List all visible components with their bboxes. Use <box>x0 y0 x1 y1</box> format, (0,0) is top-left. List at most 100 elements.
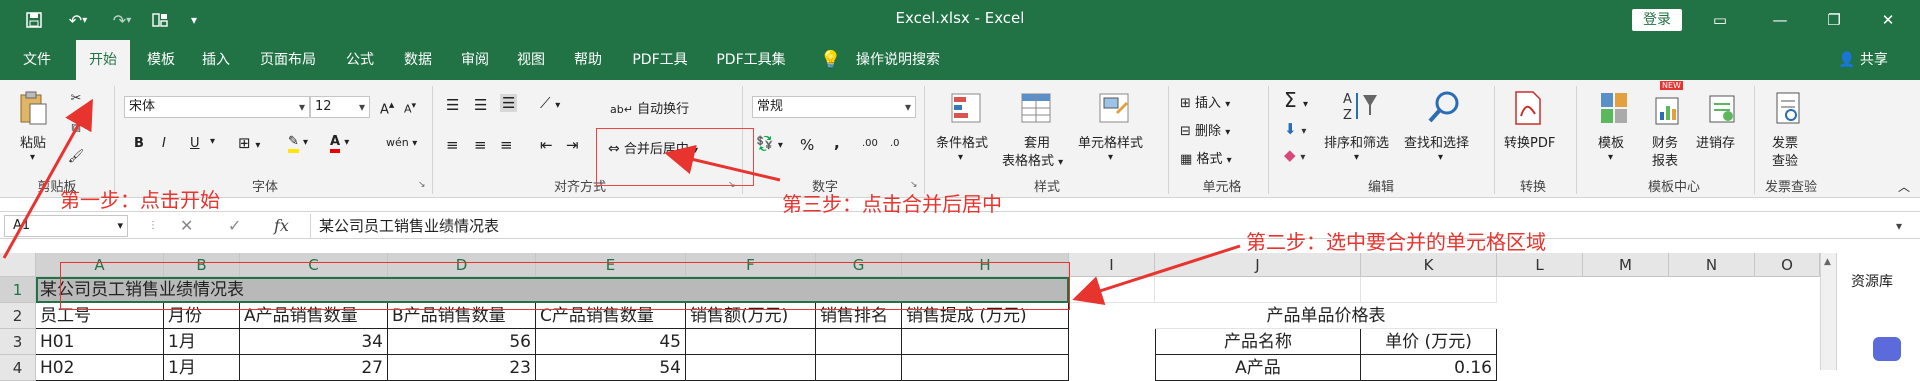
copy-icon[interactable]: ⧉ <box>66 118 86 138</box>
cell-styles-label[interactable]: 单元格样式 <box>1078 132 1143 151</box>
cell-a3[interactable]: H01 <box>36 329 164 355</box>
cancel-icon[interactable]: ✕ <box>180 214 193 238</box>
row-header-3[interactable]: 3 <box>0 329 36 355</box>
cell-g3[interactable] <box>816 329 902 355</box>
tab-view[interactable]: 视图 <box>508 40 554 80</box>
cell-i1[interactable] <box>1069 277 1155 303</box>
cell-a4[interactable]: H02 <box>36 355 164 381</box>
tab-pdf-toolset[interactable]: PDF工具集 <box>706 40 796 80</box>
row-header-2[interactable]: 2 <box>0 303 36 329</box>
top-align-icon[interactable]: ☰ <box>446 96 459 114</box>
chevron-down-icon[interactable]: ▾ <box>1438 152 1443 163</box>
chevron-down-icon[interactable]: ▾ <box>1108 152 1113 163</box>
find-select-label[interactable]: 查找和选择 <box>1404 132 1469 151</box>
percent-button[interactable]: % <box>800 136 814 154</box>
finance-report-label-1[interactable]: 财务 <box>1652 132 1678 151</box>
tab-data[interactable]: 数据 <box>394 40 442 80</box>
fill-color-icon[interactable]: ✎ ▾ <box>288 134 308 153</box>
middle-align-icon[interactable]: ☰ <box>474 96 487 114</box>
format-as-table-label-1[interactable]: 套用 <box>1024 132 1050 151</box>
tab-review[interactable]: 审阅 <box>452 40 498 80</box>
underline-dropdown-icon[interactable]: ▾ <box>210 136 215 147</box>
cell-e3[interactable]: 45 <box>536 329 686 355</box>
name-box[interactable]: A1 ▾ <box>4 215 128 237</box>
increase-indent-icon[interactable]: ⇥ <box>566 136 579 154</box>
close-icon[interactable]: ✕ <box>1868 8 1908 32</box>
paste-dropdown-icon[interactable]: ▾ <box>30 152 35 163</box>
cell-k1[interactable] <box>1361 277 1497 303</box>
tab-formulas[interactable]: 公式 <box>336 40 384 80</box>
cell-d4[interactable]: 23 <box>388 355 536 381</box>
expand-formula-bar-icon[interactable]: ▾ <box>1896 214 1902 238</box>
price-table-r1-name[interactable]: A产品 <box>1155 355 1361 381</box>
cell-j1[interactable] <box>1155 277 1361 303</box>
tab-template[interactable]: 模板 <box>138 40 184 80</box>
font-size-select[interactable]: 12 ▾ <box>310 96 370 118</box>
find-select-icon[interactable] <box>1426 88 1462 126</box>
paste-label[interactable]: 粘贴 <box>20 132 46 151</box>
format-as-table-label-2[interactable]: 表格格式 ▾ <box>1002 150 1063 169</box>
share-button[interactable]: 👤 共享 <box>1838 40 1888 80</box>
delete-cells-button[interactable]: ⊟ 删除 ▾ <box>1180 120 1230 139</box>
price-table-title[interactable]: 产品单品价格表 <box>1155 303 1497 329</box>
font-color-icon[interactable]: A ▾ <box>330 134 349 153</box>
cell-b3[interactable]: 1月 <box>164 329 240 355</box>
wrap-text-button[interactable]: ab↵ 自动换行 <box>610 98 689 117</box>
insert-cells-button[interactable]: ⊞ 插入 ▾ <box>1180 92 1230 111</box>
column-header-i[interactable]: I <box>1069 253 1155 277</box>
decrease-decimal-button[interactable]: .0 <box>890 138 900 149</box>
cell-d3[interactable]: 56 <box>388 329 536 355</box>
vertical-scrollbar[interactable]: ▲ <box>1820 253 1836 370</box>
cell-e4[interactable]: 54 <box>536 355 686 381</box>
paste-icon[interactable] <box>16 88 50 128</box>
cell-h4[interactable] <box>902 355 1069 381</box>
cell-g4[interactable] <box>816 355 902 381</box>
autosum-icon[interactable]: Σ ▾ <box>1284 88 1308 112</box>
increase-decimal-button[interactable]: .00 <box>862 138 878 149</box>
orientation-icon[interactable]: ⟋ ▾ <box>540 94 560 112</box>
number-format-select[interactable]: 常规 ▾ <box>752 96 916 118</box>
currency-icon[interactable]: 💱 ▾ <box>756 136 783 152</box>
tab-insert[interactable]: 插入 <box>192 40 240 80</box>
cell-c4[interactable]: 27 <box>240 355 388 381</box>
enter-icon[interactable]: ✓ <box>228 214 241 238</box>
format-as-table-icon[interactable] <box>1018 90 1054 126</box>
template-icon[interactable] <box>1596 88 1632 128</box>
finance-report-label-2[interactable]: 报表 <box>1652 150 1678 169</box>
sort-filter-icon[interactable]: AZ <box>1340 88 1380 126</box>
column-header-o[interactable]: O <box>1755 253 1820 277</box>
tab-home[interactable]: 开始 <box>76 40 130 82</box>
decrease-indent-icon[interactable]: ⇤ <box>540 136 553 154</box>
formula-input[interactable]: 某公司员工销售业绩情况表 <box>310 214 1884 238</box>
invoice-check-label-1[interactable]: 发票 <box>1772 132 1798 151</box>
tab-file[interactable]: 文件 <box>8 40 66 80</box>
column-header-l[interactable]: L <box>1497 253 1583 277</box>
format-painter-icon[interactable]: 🖌 <box>66 146 86 166</box>
inventory-label[interactable]: 进销存 <box>1696 132 1735 151</box>
format-cells-button[interactable]: ▦ 格式 ▾ <box>1180 148 1232 167</box>
row-header-1[interactable]: 1 <box>0 277 36 303</box>
cell-styles-icon[interactable] <box>1096 90 1132 126</box>
cell-b4[interactable]: 1月 <box>164 355 240 381</box>
fill-icon[interactable]: ⬇ ▾ <box>1284 120 1306 138</box>
price-table-r1-price[interactable]: 0.16 <box>1361 355 1497 381</box>
chevron-down-icon[interactable]: ▾ <box>1354 152 1359 163</box>
scroll-up-icon[interactable]: ▲ <box>1824 257 1831 267</box>
row-header-4[interactable]: 4 <box>0 355 36 381</box>
underline-button[interactable]: U <box>190 136 200 151</box>
tell-me-search[interactable]: 操作说明搜索 <box>848 40 948 80</box>
clear-icon[interactable]: ◆ ▾ <box>1284 146 1305 164</box>
invoice-check-icon[interactable] <box>1770 88 1806 128</box>
pdf-convert-icon[interactable] <box>1510 88 1546 128</box>
pdf-convert-label[interactable]: 转换PDF <box>1504 132 1555 151</box>
cell-c3[interactable]: 34 <box>240 329 388 355</box>
increase-font-icon[interactable]: A▴ <box>380 98 394 117</box>
column-header-j[interactable]: J <box>1155 253 1361 277</box>
tab-help[interactable]: 帮助 <box>564 40 612 80</box>
tab-pdf-tools[interactable]: PDF工具 <box>622 40 698 80</box>
resource-library-tab[interactable]: 资源库 <box>1851 271 1893 291</box>
chevron-down-icon[interactable]: ▾ <box>1608 152 1613 163</box>
column-header-m[interactable]: M <box>1583 253 1669 277</box>
insert-function-icon[interactable]: fx <box>274 214 289 238</box>
select-all-corner[interactable] <box>0 253 36 277</box>
